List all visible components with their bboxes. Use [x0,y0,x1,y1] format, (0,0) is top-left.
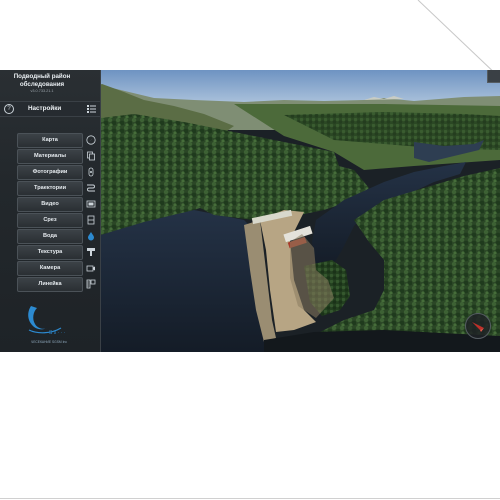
svg-text:S s · · ·: S s · · · [49,330,66,336]
water-drop-icon[interactable] [85,230,96,241]
list-icon[interactable] [87,105,96,113]
menu-item-texture[interactable]: Текстура [0,244,100,260]
menu-item-camera[interactable]: Камера [0,260,100,276]
viewport-corner-button[interactable] [487,70,500,83]
menu-item-photos[interactable]: Фотографии [0,164,100,180]
help-icon[interactable]: ? [4,104,14,114]
ruler-button[interactable]: Линейка [17,277,83,292]
compass-needle-icon [472,322,484,332]
menu-item-ruler[interactable]: Линейка [0,276,100,292]
water-button[interactable]: Вода [17,229,83,244]
settings-label[interactable]: Настройки [28,105,61,112]
tool-menu: Карта Материалы Фотографии Траектории Ви… [0,132,100,292]
project-header: Подводный район обследования v3.0.733.21… [0,70,84,100]
camera-move-icon[interactable] [85,262,96,273]
project-version: v3.0.733.21.1 [30,89,54,93]
company-logo: S s · · · ЧЕСЕКАНИЕ SGSM Inc [17,300,81,348]
slice-button[interactable]: Срез [17,213,83,228]
menu-item-map[interactable]: Карта [0,132,100,148]
copy-icon[interactable] [85,150,96,161]
trajectory-icon[interactable] [85,182,96,193]
video-button[interactable]: Видео [17,197,83,212]
application-window: Подводный район обследования v3.0.733.21… [0,70,500,352]
project-title: Подводный район обследования [13,73,71,88]
camera-button[interactable]: Камера [17,261,83,276]
compass-icon[interactable] [85,134,96,145]
logo-caption: ЧЕСЕКАНИЕ SGSM Inc [31,340,67,344]
ruler-icon[interactable] [85,278,96,289]
materials-button[interactable]: Материалы [17,149,83,164]
logo-wave-icon: S s · · · [28,306,66,336]
menu-item-trajectories[interactable]: Траектории [0,180,100,196]
compass-widget[interactable] [465,313,491,339]
slice-icon[interactable] [85,214,96,225]
trajectories-button[interactable]: Траектории [17,181,83,196]
map-button[interactable]: Карта [17,133,83,148]
3d-viewport[interactable] [84,70,500,352]
video-icon[interactable] [85,198,96,209]
sidebar: Подводный район обследования v3.0.733.21… [0,70,101,352]
texture-icon[interactable] [85,246,96,257]
texture-button[interactable]: Текстура [17,245,83,260]
menu-item-water[interactable]: Вода [0,228,100,244]
photos-button[interactable]: Фотографии [17,165,83,180]
menu-item-materials[interactable]: Материалы [0,148,100,164]
settings-row[interactable]: ? Настройки [0,101,100,117]
camera-icon[interactable] [85,166,96,177]
page-bottom-line [0,498,500,499]
menu-item-slice[interactable]: Срез [0,212,100,228]
menu-item-video[interactable]: Видео [0,196,100,212]
terrain-scene [84,70,500,352]
